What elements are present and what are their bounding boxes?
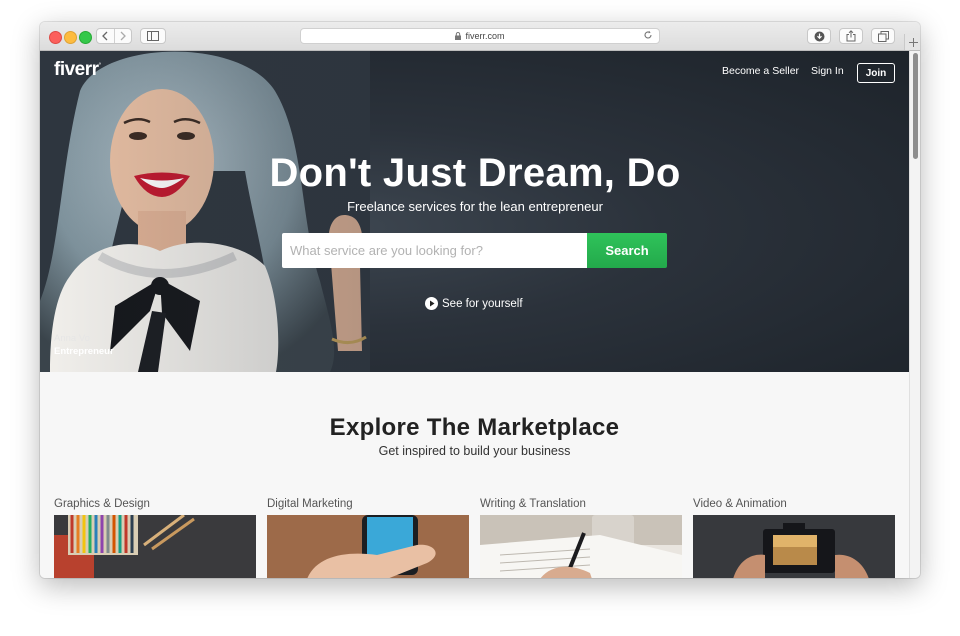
category-label: Writing & Translation: [480, 498, 586, 510]
search-input[interactable]: [282, 233, 587, 268]
sidebar-icon: [147, 31, 159, 41]
history-nav-group: [96, 28, 132, 44]
lock-icon: [455, 32, 462, 40]
photo-caption-name: Anna Vo: [54, 333, 90, 344]
downloads-button[interactable]: [807, 28, 831, 44]
share-button[interactable]: [839, 28, 863, 44]
category-label: Graphics & Design: [54, 498, 150, 510]
hero-section: fiverr° Become a Seller Sign In Join Don…: [40, 51, 909, 372]
address-bar[interactable]: fiverr.com: [300, 28, 660, 44]
new-tab-button[interactable]: [904, 34, 920, 50]
digital-marketing-image: [267, 515, 469, 578]
play-icon: [425, 297, 438, 310]
minimize-window-button[interactable]: [64, 31, 77, 44]
back-button[interactable]: [97, 29, 114, 43]
category-card-marketing[interactable]: Digital Marketing: [267, 498, 469, 578]
category-label: Digital Marketing: [267, 498, 353, 510]
category-card-writing[interactable]: Writing & Translation: [480, 498, 682, 578]
marketplace-title: Explore The Marketplace: [329, 414, 620, 441]
hero-headline: Don't Just Dream, Do: [269, 151, 681, 195]
plus-icon: [908, 37, 918, 47]
see-for-yourself-link[interactable]: See for yourself: [425, 297, 523, 310]
reload-icon[interactable]: [643, 30, 653, 40]
zoom-window-button[interactable]: [79, 31, 92, 44]
show-tabs-button[interactable]: [871, 28, 895, 44]
tabs-icon: [877, 30, 889, 42]
graphics-design-image: [54, 513, 256, 578]
close-window-button[interactable]: [49, 31, 62, 44]
browser-toolbar: fiverr.com: [40, 22, 920, 51]
forward-button[interactable]: [114, 29, 131, 43]
category-card-graphics[interactable]: Graphics & Design: [54, 498, 256, 578]
chevron-left-icon: [102, 31, 108, 41]
category-label: Video & Animation: [693, 498, 787, 510]
become-seller-link[interactable]: Become a Seller: [722, 65, 799, 77]
photo-caption-role: Entrepreneur: [54, 346, 114, 357]
vertical-scrollbar[interactable]: [909, 51, 920, 578]
writing-translation-image: [480, 515, 682, 578]
search-button[interactable]: Search: [587, 233, 667, 268]
marketplace-section: Explore The Marketplace Get inspired to …: [40, 372, 909, 578]
join-button[interactable]: Join: [857, 63, 895, 83]
marketplace-subtitle: Get inspired to build your business: [378, 444, 571, 458]
page-viewport: fiverr° Become a Seller Sign In Join Don…: [40, 51, 909, 578]
fiverr-logo[interactable]: fiverr°: [54, 59, 101, 81]
browser-window: fiverr.com fiverr° Become a Seller Sign …: [40, 22, 920, 578]
logo-text: fiverr: [54, 59, 99, 80]
share-icon: [846, 30, 856, 42]
logo-mark: °: [98, 62, 102, 70]
hero-subheadline: Freelance services for the lean entrepre…: [347, 199, 603, 214]
scrollbar-thumb[interactable]: [913, 53, 918, 159]
sidebar-toggle-button[interactable]: [140, 28, 166, 44]
chevron-right-icon: [120, 31, 126, 41]
see-for-yourself-label: See for yourself: [442, 297, 523, 310]
video-animation-image: [693, 515, 895, 578]
category-card-video[interactable]: Video & Animation: [693, 498, 895, 578]
sign-in-link[interactable]: Sign In: [811, 65, 844, 77]
url-text: fiverr.com: [465, 31, 505, 41]
download-icon: [814, 31, 824, 41]
